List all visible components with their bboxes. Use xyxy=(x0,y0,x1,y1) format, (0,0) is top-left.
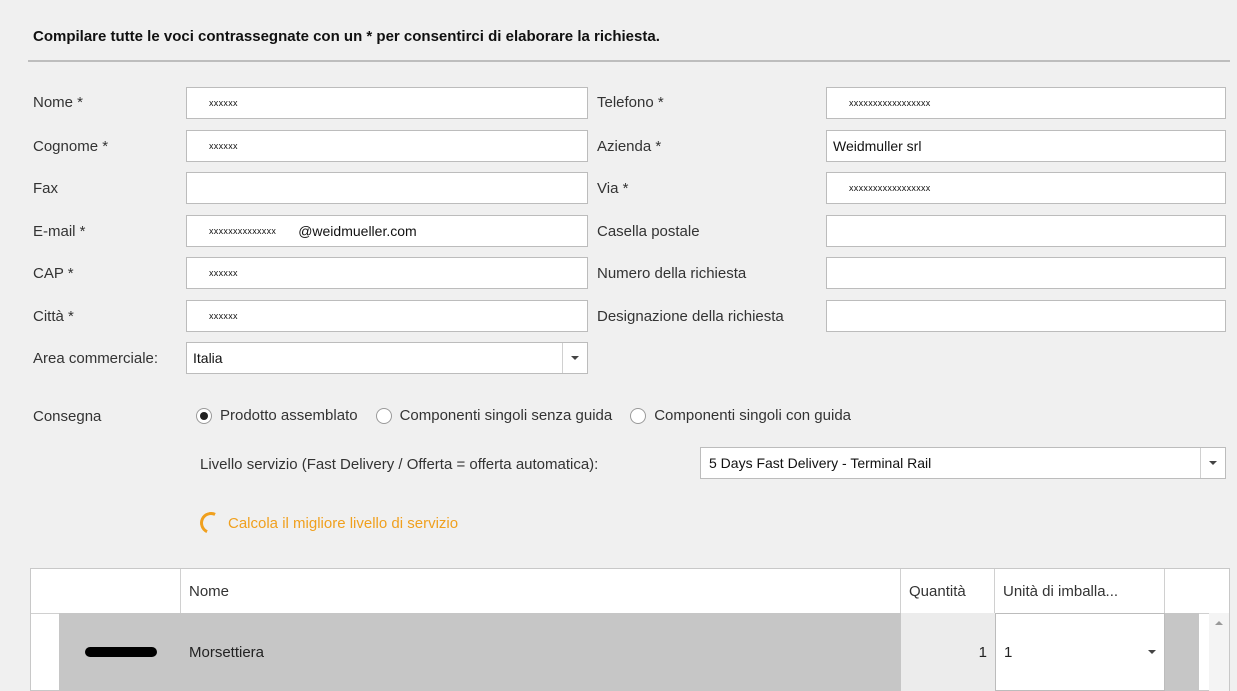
city-value: xxxxxx xyxy=(209,311,238,321)
email-input[interactable]: xxxxxxxxxxxxxx @weidmueller.com xyxy=(186,215,588,247)
radio-prodotto-assemblato[interactable]: Prodotto assemblato xyxy=(196,407,358,424)
area-select[interactable]: Italia xyxy=(186,342,588,374)
radio-unchecked-icon[interactable] xyxy=(630,407,647,424)
po-box-label: Casella postale xyxy=(597,223,700,240)
chevron-down-icon[interactable] xyxy=(1200,448,1225,478)
surname-value: xxxxxx xyxy=(209,141,238,151)
spinner-icon xyxy=(196,508,226,538)
header-empty xyxy=(31,569,181,613)
po-box-input[interactable] xyxy=(826,215,1226,247)
radio-unchecked-icon[interactable] xyxy=(375,407,392,424)
phone-input[interactable]: xxxxxxxxxxxxxxxxx xyxy=(826,87,1226,119)
street-value: xxxxxxxxxxxxxxxxx xyxy=(849,183,931,193)
street-input[interactable]: xxxxxxxxxxxxxxxxx xyxy=(826,172,1226,204)
request-designation-input[interactable] xyxy=(826,300,1226,332)
company-value: Weidmuller srl xyxy=(833,138,922,154)
surname-input[interactable]: xxxxxx xyxy=(186,130,588,162)
delivery-label: Consegna xyxy=(33,408,102,425)
calc-service-link[interactable]: Calcola il migliore livello di servizio xyxy=(196,508,459,538)
radio-label: Componenti singoli senza guida xyxy=(399,407,613,424)
table-row[interactable]: Morsettiera 1 1 xyxy=(59,613,1199,691)
phone-value: xxxxxxxxxxxxxxxxx xyxy=(849,98,931,108)
radio-componenti-senza-guida[interactable]: Componenti singoli senza guida xyxy=(375,407,613,424)
cap-label: CAP * xyxy=(33,265,74,282)
radio-label: Prodotto assemblato xyxy=(220,407,358,424)
header-packaging-unit[interactable]: Unità di imballa... xyxy=(995,569,1165,613)
scroll-up-icon[interactable] xyxy=(1215,621,1223,625)
city-label: Città * xyxy=(33,308,74,325)
header-name[interactable]: Nome xyxy=(181,569,901,613)
request-number-label: Numero della richiesta xyxy=(597,265,747,282)
email-value: xxxxxxxxxxxxxx xyxy=(209,226,277,236)
area-value: Italia xyxy=(193,350,223,366)
scrollbar[interactable] xyxy=(1209,613,1229,691)
cap-value: xxxxxx xyxy=(209,268,238,278)
company-label: Azienda * xyxy=(597,138,662,155)
row-name: Morsettiera xyxy=(189,643,265,661)
form-heading: Compilare tutte le voci contrassegnate c… xyxy=(33,28,660,45)
chevron-down-icon[interactable] xyxy=(562,343,587,373)
header-extra xyxy=(1165,569,1229,613)
heading-divider xyxy=(28,60,1230,62)
surname-label: Cognome * xyxy=(33,138,109,155)
service-level-select[interactable]: 5 Days Fast Delivery - Terminal Rail xyxy=(700,447,1226,479)
name-input[interactable]: xxxxxx xyxy=(186,87,588,119)
chevron-down-icon[interactable] xyxy=(1140,614,1164,690)
phone-label: Telefono * xyxy=(597,94,664,111)
request-designation-label: Designazione della richiesta xyxy=(597,308,784,325)
name-value: xxxxxx xyxy=(209,98,238,108)
calc-service-label: Calcola il migliore livello di servizio xyxy=(228,514,459,532)
cap-input[interactable]: xxxxxx xyxy=(186,257,588,289)
service-level-value: 5 Days Fast Delivery - Terminal Rail xyxy=(709,455,932,471)
row-quantity[interactable]: 1 xyxy=(901,613,995,691)
company-input[interactable]: Weidmuller srl xyxy=(826,130,1226,162)
radio-componenti-con-guida[interactable]: Componenti singoli con guida xyxy=(630,407,851,424)
area-label: Area commerciale: xyxy=(33,350,159,367)
header-quantity[interactable]: Quantità xyxy=(901,569,995,613)
delivery-options: Prodotto assemblato Componenti singoli s… xyxy=(196,407,851,424)
service-level-label: Livello servizio (Fast Delivery / Offert… xyxy=(200,456,599,473)
radio-label: Componenti singoli con guida xyxy=(654,407,852,424)
request-number-input[interactable] xyxy=(826,257,1226,289)
street-label: Via * xyxy=(597,180,629,197)
row-unit-select[interactable]: 1 xyxy=(995,613,1165,691)
fax-label: Fax xyxy=(33,180,59,197)
fax-input[interactable] xyxy=(186,172,588,204)
email-domain: @weidmueller.com xyxy=(298,223,417,239)
radio-checked-icon[interactable] xyxy=(196,407,212,424)
redacted-image xyxy=(85,647,157,657)
items-table: Nome Quantità Unità di imballa... Morset… xyxy=(30,568,1230,691)
email-label: E-mail * xyxy=(33,223,86,240)
city-input[interactable]: xxxxxx xyxy=(186,300,588,332)
row-unit-value: 1 xyxy=(1004,643,1013,661)
name-label: Nome * xyxy=(33,94,84,111)
